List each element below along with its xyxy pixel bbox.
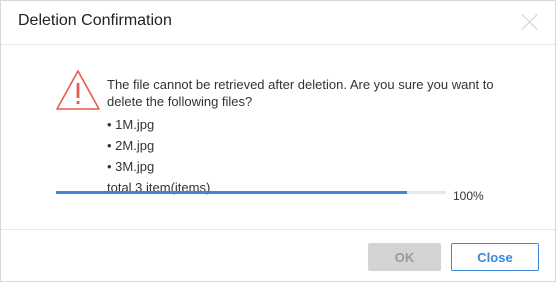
total-count: total 3 item(items) <box>107 180 211 195</box>
warning-icon <box>56 70 100 110</box>
close-icon[interactable] <box>521 13 539 31</box>
close-button[interactable]: Close <box>451 243 539 271</box>
list-item: • 1M.jpg <box>107 117 155 132</box>
ok-button[interactable]: OK <box>368 243 441 271</box>
list-item: • 3M.jpg <box>107 159 155 174</box>
dialog-content: The file cannot be retrieved after delet… <box>107 76 507 198</box>
list-item: • 2M.jpg <box>107 138 155 153</box>
progress-fill <box>56 191 407 194</box>
progress-percentage: 100% <box>453 189 484 203</box>
dialog-footer: OK Close <box>1 229 555 284</box>
deletion-dialog: Deletion Confirmation The file cannot be… <box>0 0 556 282</box>
warning-message: The file cannot be retrieved after delet… <box>107 77 494 109</box>
dialog-header: Deletion Confirmation <box>1 1 555 45</box>
dialog-title: Deletion Confirmation <box>18 12 172 29</box>
progress-bar <box>56 191 446 194</box>
file-list: • 1M.jpg • 2M.jpg • 3M.jpg <box>107 115 507 177</box>
